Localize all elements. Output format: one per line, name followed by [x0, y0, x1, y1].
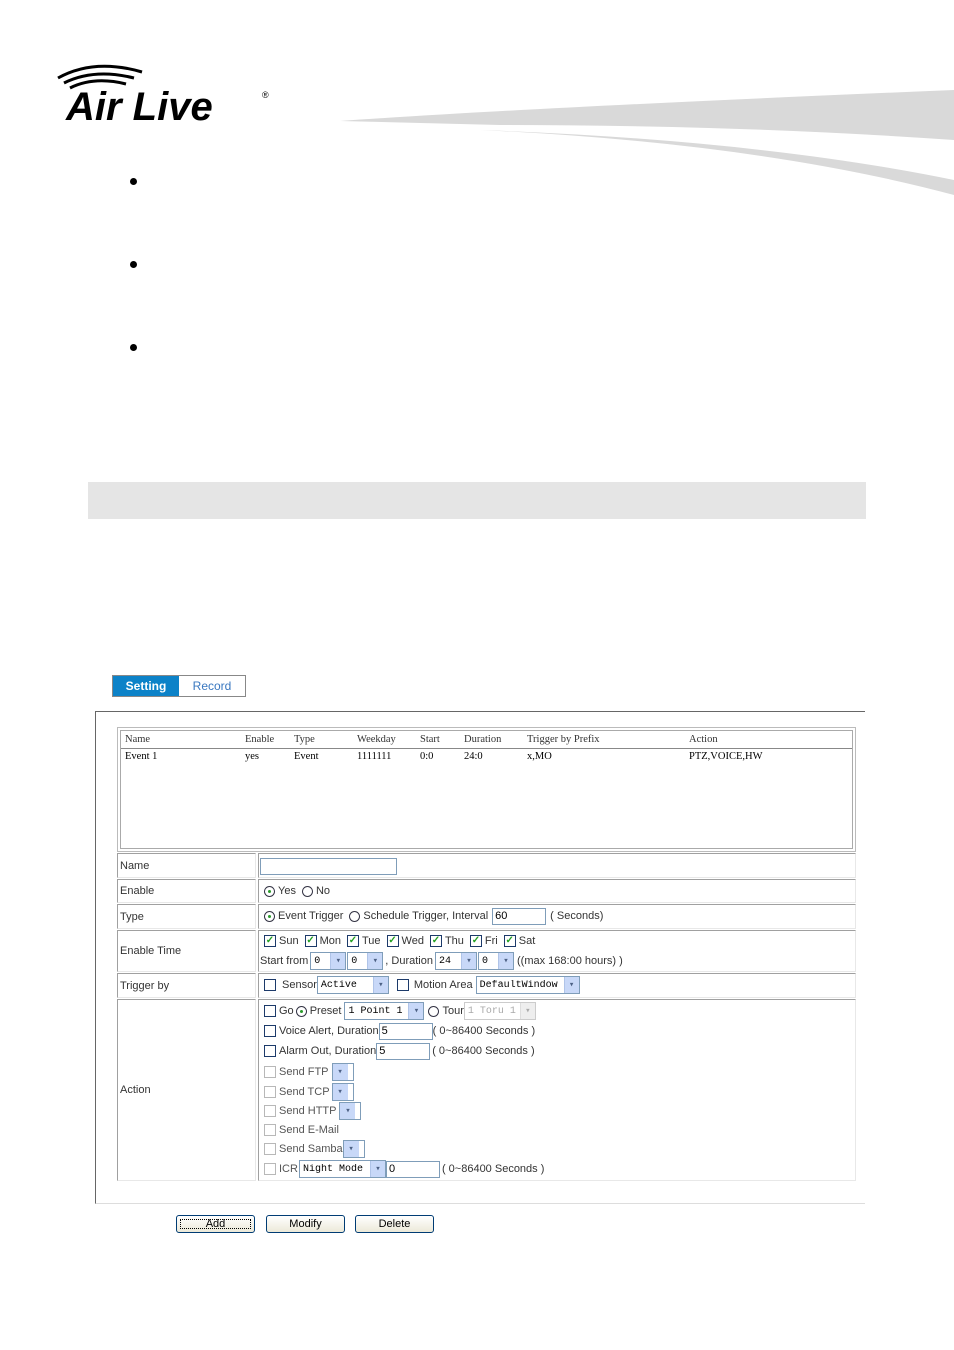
enable-no-radio[interactable] [301, 885, 313, 897]
preset-radio[interactable] [295, 1005, 307, 1017]
enable-label: Enable [117, 879, 256, 903]
col-type: Type [294, 734, 315, 745]
col-weekday: Weekday [357, 734, 396, 745]
chevron-down-icon: ▾ [461, 953, 476, 969]
icr-mode-select[interactable]: Night Mode ▾ [298, 1160, 386, 1178]
chevron-down-icon: ▾ [343, 1141, 359, 1157]
alarm-out-checkbox[interactable] [264, 1045, 276, 1057]
bullet [130, 178, 137, 185]
enable-yes-radio[interactable] [264, 885, 275, 897]
send-http-select[interactable]: ▾ [339, 1102, 362, 1120]
event-list[interactable]: Name Enable Type Weekday Start Duration … [117, 727, 856, 852]
voice-alert-checkbox[interactable] [264, 1025, 276, 1037]
icr-checkbox[interactable] [264, 1163, 276, 1175]
row-type: Type Event Trigger Schedule Trigger, Int… [117, 904, 856, 929]
start-minute-select[interactable]: 0 ▾ [347, 952, 384, 970]
row-enable-time: Enable Time ✓ Sun ✓ Mon ✓ Tue ✓ Wed ✓ Thu ✓ Fr… [117, 930, 856, 972]
name-label: Name [117, 853, 256, 878]
sat-checkbox[interactable]: ✓ [503, 935, 516, 947]
weekday-checkboxes: ✓ Sun ✓ Mon ✓ Tue ✓ Wed ✓ Thu ✓ Fri ✓ Sat [264, 935, 536, 947]
chevron-down-icon: ▾ [332, 1084, 348, 1100]
wed-checkbox[interactable]: ✓ [386, 935, 399, 947]
col-start: Start [420, 734, 440, 745]
tour-radio[interactable] [428, 1005, 440, 1017]
header-swoosh-decoration [340, 85, 954, 200]
alarm-duration-input[interactable]: 5 [376, 1042, 431, 1060]
section-header-bar [88, 482, 866, 519]
add-button[interactable]: Add [176, 1215, 255, 1233]
fri-checkbox[interactable]: ✓ [469, 935, 482, 947]
duration-hour-select[interactable]: 24 ▾ [435, 952, 477, 970]
col-name: Name [125, 734, 151, 745]
preset-select[interactable]: 1 Point 1 ▾ [344, 1002, 425, 1020]
bullet [130, 261, 137, 268]
modify-button[interactable]: Modify [266, 1215, 345, 1233]
action-label: Action [117, 999, 256, 1181]
row-name: Name [117, 853, 856, 878]
send-tcp-select[interactable]: ▾ [331, 1083, 354, 1101]
motion-area-checkbox[interactable] [396, 979, 409, 991]
sensor-checkbox[interactable] [264, 979, 276, 991]
chevron-down-icon: ▾ [340, 1103, 356, 1119]
svg-text:®: ® [262, 90, 269, 100]
send-email-checkbox[interactable] [264, 1124, 276, 1136]
tue-checkbox[interactable]: ✓ [346, 935, 359, 947]
event-row[interactable]: Event 1 yes Event 1111111 0:0 24:0 x,MO … [121, 750, 852, 764]
col-action: Action [689, 734, 718, 745]
chevron-down-icon: ▾ [408, 1003, 424, 1019]
event-trigger-radio[interactable] [264, 910, 275, 922]
col-duration: Duration [464, 734, 502, 745]
col-trigger: Trigger by Prefix [527, 734, 600, 745]
sensor-select[interactable]: Active ▾ [316, 976, 389, 994]
type-label: Type [117, 904, 256, 929]
event-list-header: Name Enable Type Weekday Start Duration … [121, 733, 852, 749]
tab-bar: Setting Record [112, 675, 246, 697]
tab-record[interactable]: Record [179, 676, 245, 696]
chevron-down-icon: ▾ [369, 1161, 385, 1177]
chevron-down-icon: ▾ [330, 953, 346, 969]
sun-checkbox[interactable]: ✓ [264, 935, 276, 947]
schedule-trigger-radio[interactable] [349, 910, 361, 922]
airlive-logo: Air Live ® [54, 60, 284, 130]
send-ftp-checkbox[interactable] [264, 1066, 276, 1078]
chevron-down-icon: ▾ [519, 1003, 535, 1019]
voice-duration-input[interactable]: 5 [378, 1022, 433, 1040]
start-hour-select[interactable]: 0 ▾ [310, 952, 347, 970]
icr-duration-input[interactable]: 0 [385, 1160, 440, 1178]
row-enable: Enable Yes No [117, 879, 856, 903]
name-input[interactable] [260, 857, 397, 875]
send-samba-select[interactable]: ▾ [342, 1140, 365, 1158]
chevron-down-icon: ▾ [498, 953, 513, 969]
duration-minute-select[interactable]: 0 ▾ [478, 952, 514, 970]
tour-select[interactable]: 1 Toru 1 ▾ [463, 1002, 536, 1020]
send-http-checkbox[interactable] [264, 1105, 276, 1117]
chevron-down-icon: ▾ [563, 977, 579, 993]
thu-checkbox[interactable]: ✓ [429, 935, 442, 947]
interval-input[interactable]: 60 [492, 907, 547, 925]
enable-time-label: Enable Time [117, 930, 256, 972]
tab-setting[interactable]: Setting [113, 676, 179, 696]
row-action: Action Go Preset 1 Point 1 ▾ Tour 1 Toru … [117, 999, 856, 1181]
trigger-by-label: Trigger by [117, 973, 256, 998]
row-trigger-by: Trigger by Sensor Active ▾ Motion Area De… [117, 973, 856, 998]
brand-name: Air Live [65, 85, 213, 129]
col-enable: Enable [245, 734, 275, 745]
chevron-down-icon: ▾ [332, 1064, 348, 1080]
motion-area-select[interactable]: DefaultWindow ▾ [475, 976, 580, 994]
bullet [130, 344, 137, 351]
chevron-down-icon: ▾ [367, 953, 383, 969]
send-samba-checkbox[interactable] [264, 1143, 276, 1155]
delete-button[interactable]: Delete [355, 1215, 434, 1233]
send-tcp-checkbox[interactable] [264, 1086, 276, 1098]
mon-checkbox[interactable]: ✓ [304, 935, 317, 947]
send-ftp-select[interactable]: ▾ [331, 1063, 354, 1081]
chevron-down-icon: ▾ [372, 977, 388, 993]
go-checkbox[interactable] [264, 1005, 276, 1017]
